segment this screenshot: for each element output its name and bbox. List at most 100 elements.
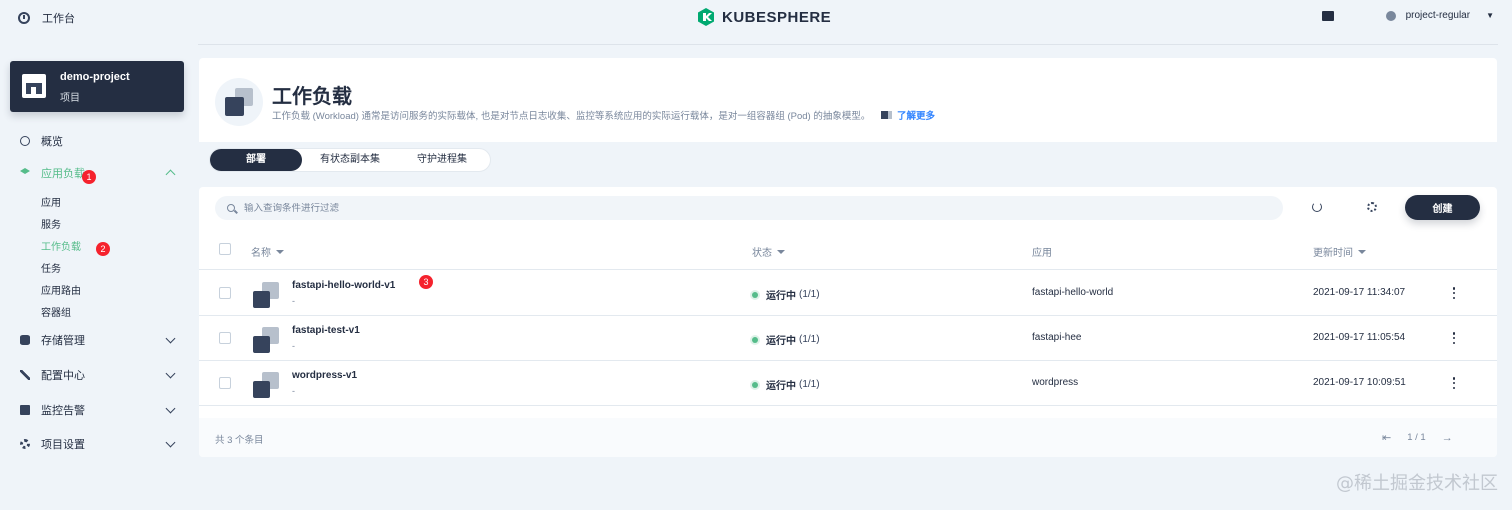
workload-name-link[interactable]: fastapi-test-v1 xyxy=(292,325,360,336)
table-header: 名称 状态 应用 更新时间 xyxy=(199,229,1497,270)
workload-header-icon xyxy=(215,78,263,126)
table-row[interactable]: fastapi-test-v1 - 运行中 (1/1) fastapi-hee … xyxy=(199,316,1497,361)
status-badge: 运行中 (1/1) xyxy=(752,332,820,347)
status-text: 运行中 xyxy=(766,336,796,347)
sidebar-item-label: 监控告警 xyxy=(41,405,85,417)
sidebar-subitem-services[interactable]: 服务 xyxy=(41,216,61,231)
row-checkbox[interactable] xyxy=(219,287,231,299)
sidebar-subitem-jobs[interactable]: 任务 xyxy=(41,260,61,275)
workload-icon xyxy=(253,372,279,398)
page-title: 工作负载 xyxy=(272,86,352,108)
overview-icon xyxy=(20,136,30,146)
column-app: 应用 xyxy=(1032,244,1052,259)
column-update-time-label: 更新时间 xyxy=(1313,248,1353,259)
sidebar-item-monitoring[interactable]: 监控告警 xyxy=(20,400,178,420)
annotation-badge-1: 1 xyxy=(82,170,96,184)
learn-more-link[interactable]: 了解更多 xyxy=(881,108,935,122)
top-divider xyxy=(198,44,1498,45)
status-text: 运行中 xyxy=(766,381,796,392)
watermark: @稀土掘金技术社区 xyxy=(1336,473,1498,494)
workbench-link[interactable]: 工作台 xyxy=(18,10,75,26)
list-toolbar: 创建 xyxy=(199,187,1497,229)
search-icon xyxy=(227,204,235,212)
refresh-icon[interactable] xyxy=(1312,202,1322,212)
table-row[interactable]: wordpress-v1 - 运行中 (1/1) wordpress 2021-… xyxy=(199,361,1497,406)
sidebar-item-app-workloads[interactable]: 应用负载 xyxy=(20,163,178,183)
learn-more-label: 了解更多 xyxy=(897,111,936,122)
more-actions-icon[interactable] xyxy=(1451,375,1457,391)
monitor-icon xyxy=(20,405,30,415)
logo-text: KUBESPHERE xyxy=(722,8,832,26)
project-icon xyxy=(22,74,46,98)
column-update-time[interactable]: 更新时间 xyxy=(1313,244,1366,259)
sidebar-item-label: 概览 xyxy=(41,136,63,148)
sort-caret-icon xyxy=(276,249,284,254)
chevron-down-icon xyxy=(165,403,176,414)
sort-caret-icon xyxy=(777,249,785,254)
sidebar-item-label: 项目设置 xyxy=(41,439,85,451)
more-actions-icon[interactable] xyxy=(1451,330,1457,346)
workload-description: - xyxy=(292,296,295,306)
book-icon xyxy=(881,111,892,119)
table-row[interactable]: fastapi-hello-world-v1 - 运行中 (1/1) fasta… xyxy=(199,271,1497,316)
tabs-bar: 部署 有状态副本集 守护进程集 xyxy=(199,142,1497,179)
sidebar-subitem-pods[interactable]: 容器组 xyxy=(41,304,71,319)
workload-list: 创建 名称 状态 应用 更新时间 fastapi-hello-world-v1 … xyxy=(199,187,1497,457)
sidebar-item-storage[interactable]: 存储管理 xyxy=(20,330,178,350)
row-checkbox[interactable] xyxy=(219,377,231,389)
status-count: (1/1) xyxy=(799,289,820,300)
tab-daemonsets[interactable]: 守护进程集 xyxy=(398,149,486,171)
pagination: ⇤ 1 / 1 → xyxy=(1382,431,1453,445)
sidebar-subitem-workloads[interactable]: 工作负载 xyxy=(41,238,81,253)
app-name: fastapi-hello-world xyxy=(1032,287,1114,298)
workload-tabs: 部署 有状态副本集 守护进程集 xyxy=(209,148,491,172)
row-checkbox[interactable] xyxy=(219,332,231,344)
workload-description: - xyxy=(292,386,295,396)
page-description: 工作负载 (Workload) 通常是访问服务的实际载体, 也是对节点日志收集、… xyxy=(272,111,871,122)
user-name[interactable]: project-regular xyxy=(1406,10,1470,21)
sidebar-subitem-apps[interactable]: 应用 xyxy=(41,194,61,209)
more-actions-icon[interactable] xyxy=(1451,285,1457,301)
annotation-badge-3: 3 xyxy=(419,275,433,289)
kubesphere-logo[interactable]: KUBESPHERE xyxy=(696,7,831,27)
user-menu-caret-icon[interactable]: ▼ xyxy=(1486,11,1494,20)
column-status[interactable]: 状态 xyxy=(752,244,785,259)
sidebar-item-label: 配置中心 xyxy=(41,370,85,382)
column-name[interactable]: 名称 xyxy=(251,244,284,259)
sidebar-subitem-ingress[interactable]: 应用路由 xyxy=(41,282,81,297)
update-time: 2021-09-17 10:09:51 xyxy=(1313,377,1406,388)
status-badge: 运行中 (1/1) xyxy=(752,287,820,302)
tab-statefulsets[interactable]: 有状态副本集 xyxy=(302,149,398,171)
project-type: 项目 xyxy=(60,93,80,104)
next-page-icon[interactable]: → xyxy=(1442,432,1453,444)
database-icon xyxy=(20,335,30,345)
layers-icon xyxy=(20,168,30,174)
docs-icon[interactable] xyxy=(1321,10,1334,21)
chevron-down-icon xyxy=(165,333,176,344)
status-badge: 运行中 (1/1) xyxy=(752,377,820,392)
settings-icon[interactable] xyxy=(1367,202,1377,212)
gear-icon xyxy=(20,439,30,449)
sidebar-item-settings[interactable]: 项目设置 xyxy=(20,434,178,454)
chevron-down-icon xyxy=(165,368,176,379)
status-dot-icon xyxy=(752,291,758,298)
project-card[interactable]: demo-project 项目 xyxy=(10,61,184,112)
prev-page-icon[interactable]: ⇤ xyxy=(1382,431,1391,444)
select-all-checkbox[interactable] xyxy=(219,243,231,255)
sidebar-item-overview[interactable]: 概览 xyxy=(20,131,178,151)
sidebar-item-label: 存储管理 xyxy=(41,335,85,347)
page-indicator: 1 / 1 xyxy=(1407,432,1426,443)
user-icon[interactable] xyxy=(1385,10,1396,21)
sidebar-item-config[interactable]: 配置中心 xyxy=(20,365,178,385)
tab-deployments[interactable]: 部署 xyxy=(210,149,302,171)
workload-icon xyxy=(253,282,279,308)
total-count: 共 3 个条目 xyxy=(215,435,264,446)
workload-name-link[interactable]: fastapi-hello-world-v1 xyxy=(292,280,395,291)
search-input[interactable] xyxy=(244,202,1144,214)
workload-name-link[interactable]: wordpress-v1 xyxy=(292,370,357,381)
search-bar[interactable] xyxy=(215,196,1283,220)
create-button[interactable]: 创建 xyxy=(1405,195,1480,220)
workbench-label: 工作台 xyxy=(42,13,75,25)
app-name: fastapi-hee xyxy=(1032,332,1082,343)
project-name: demo-project xyxy=(60,71,130,83)
